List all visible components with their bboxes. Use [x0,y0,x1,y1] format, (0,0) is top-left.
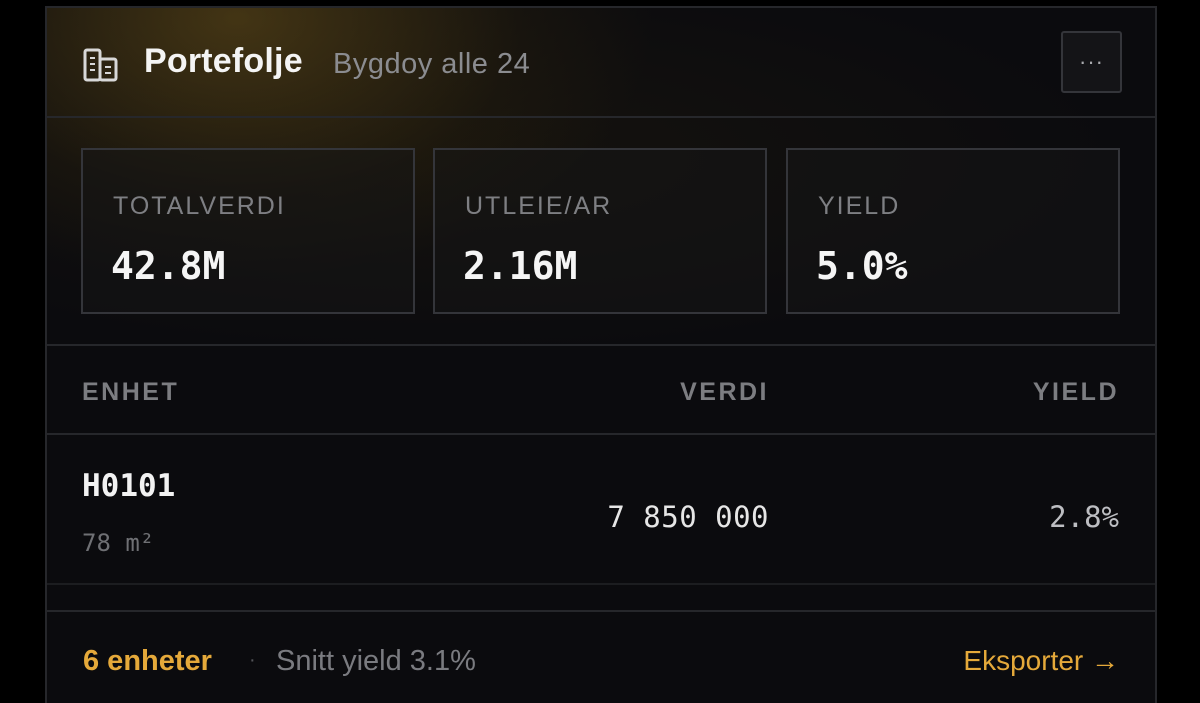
property-address: Bygdoy alle 24 [333,48,531,80]
stat-value: 2.16M [463,244,578,288]
stat-value: 42.8M [111,244,226,288]
unit-count: 6 enheter [83,645,212,677]
footer-separator: · [249,649,256,671]
column-header-yield[interactable]: YIELD [1033,378,1119,407]
unit-area: 78 m² [82,529,155,557]
footer-divider [47,610,1155,612]
column-header-unit[interactable]: ENHET [82,378,179,407]
average-yield: Snitt yield 3.1% [276,645,476,677]
section-divider [47,344,1155,346]
portfolio-card: Portefolje Bygdoy alle 24 ··· TOTALVERDI… [45,6,1157,703]
building-icon [83,48,118,82]
more-options-button[interactable]: ··· [1061,31,1122,93]
stat-annual-rent: UTLEIE/AR 2.16M [433,148,767,314]
stat-total-value: TOTALVERDI 42.8M [81,148,415,314]
column-header-value[interactable]: VERDI [680,378,769,407]
row-divider [47,583,1155,585]
unit-value: 7 850 000 [607,500,769,534]
card-header: Portefolje Bygdoy alle 24 ··· [47,8,1155,118]
more-icon: ··· [1079,49,1104,74]
stat-label: TOTALVERDI [113,192,286,220]
stat-value: 5.0% [816,244,908,288]
unit-id: H0101 [82,468,176,504]
stat-label: UTLEIE/AR [465,192,613,220]
page-title: Portefolje [144,42,303,80]
export-link[interactable]: Eksporter → [963,645,1119,677]
stat-label: YIELD [818,192,901,220]
header-divider [47,433,1155,435]
stat-yield: YIELD 5.0% [786,148,1120,314]
unit-yield: 2.8% [1049,500,1119,534]
